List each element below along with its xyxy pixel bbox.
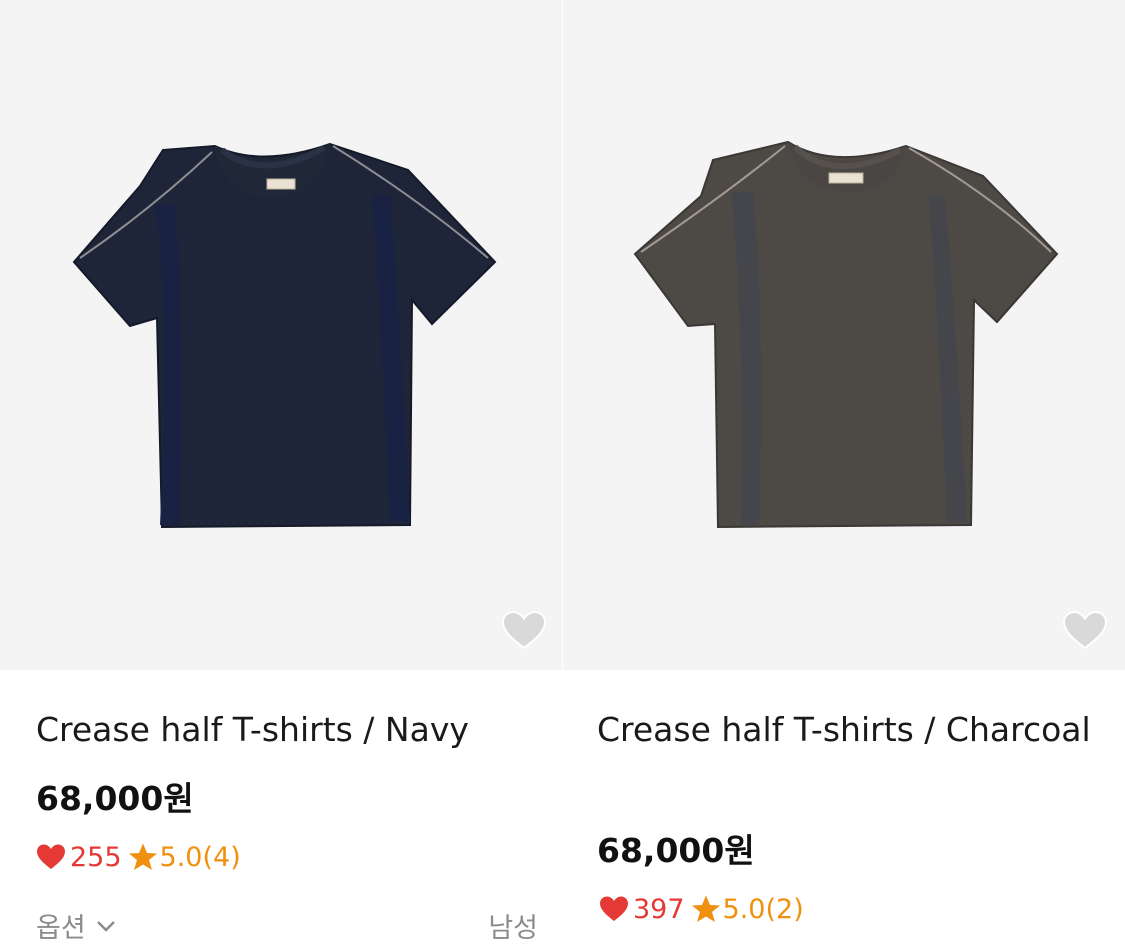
product-image[interactable]	[563, 0, 1125, 670]
wishlist-heart-icon[interactable]	[1062, 610, 1108, 650]
product-card-charcoal[interactable]: Crease half T-shirts / Charcoal 68,000원 …	[563, 0, 1125, 952]
product-price: 68,000원	[36, 779, 194, 818]
product-card-navy[interactable]: Crease half T-shirts / Navy 68,000원 255 …	[0, 0, 562, 952]
option-dropdown[interactable]: 옵션	[36, 906, 118, 945]
product-name[interactable]: Crease half T-shirts / Charcoal	[597, 706, 1102, 754]
rating-value: 5.0(2)	[722, 893, 804, 925]
product-name[interactable]: Crease half T-shirts / Navy	[36, 706, 536, 754]
product-stats: 397 5.0(2)	[599, 891, 804, 927]
option-label: 옵션	[36, 913, 86, 944]
like-count: 255	[70, 841, 122, 873]
chevron-down-icon	[96, 920, 115, 932]
product-image[interactable]	[0, 0, 562, 670]
product-grid: Crease half T-shirts / Navy 68,000원 255 …	[0, 0, 1125, 952]
star-icon	[691, 895, 720, 922]
heart-icon	[600, 896, 628, 921]
rating-value: 5.0(4)	[159, 841, 241, 873]
heart-icon	[37, 844, 65, 869]
navy-tshirt-illustration	[72, 142, 497, 529]
wishlist-heart-icon[interactable]	[501, 610, 547, 650]
gender-tag: 남성	[488, 913, 538, 944]
charcoal-tshirt-illustration	[633, 140, 1059, 529]
product-stats: 255 5.0(4)	[36, 839, 241, 875]
star-icon	[128, 843, 157, 870]
product-price: 68,000원	[597, 831, 755, 870]
like-count: 397	[633, 893, 685, 925]
